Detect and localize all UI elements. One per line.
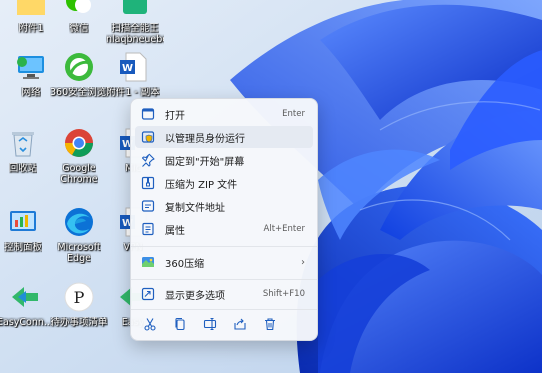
word-icon: W: [116, 50, 150, 84]
360zip-icon: [141, 255, 155, 269]
context-menu: 打开 Enter 以管理员身份运行 固定到"开始"屏幕 压缩为 ZIP 文件 复…: [130, 98, 318, 341]
menu-item-360-compress[interactable]: 360压缩 ›: [135, 251, 313, 273]
open-icon: [141, 107, 155, 121]
copy-path-icon: [141, 199, 155, 213]
desktop-icon-control-panel[interactable]: 控制面板: [0, 205, 52, 253]
desktop-icon-chrome[interactable]: Google Chrome: [50, 126, 108, 185]
menu-item-label: 以管理员身份运行: [165, 133, 245, 145]
folder-icon: [14, 0, 48, 20]
quick-action-bar: [135, 313, 313, 335]
menu-item-show-more-options[interactable]: 显示更多选项 Shift+F10: [135, 283, 313, 305]
desktop-icon-label-line2: nlaqbneuebe: [106, 34, 164, 45]
menu-item-label: 固定到"开始"屏幕: [165, 156, 245, 168]
desktop-icon-label: 控制面板: [3, 242, 42, 253]
menu-item-label: 属性: [165, 225, 185, 237]
menu-item-pin-to-start[interactable]: 固定到"开始"屏幕: [135, 149, 313, 171]
desktop-icon-easyconnect[interactable]: EasyConn...: [0, 280, 54, 328]
desktop-icon-word-copy[interactable]: W 附件1 - 副本: [104, 50, 162, 98]
shortcut-label: Alt+Enter: [263, 224, 305, 234]
pin-icon: [141, 153, 155, 167]
menu-separator: [131, 279, 317, 280]
menu-separator: [131, 309, 317, 310]
360-browser-icon: [62, 50, 96, 84]
desktop-icon-wechat[interactable]: 微信: [50, 0, 108, 34]
chrome-icon: [62, 126, 96, 160]
desktop-icon-label: 待办事项清单: [50, 317, 108, 328]
control-panel-icon: [6, 205, 40, 239]
menu-item-label: 打开: [165, 110, 185, 122]
submenu-arrow-icon: ›: [301, 256, 305, 268]
shield-icon: [141, 130, 155, 144]
cut-icon[interactable]: [135, 313, 165, 335]
desktop-icon-label: Microsoft: [57, 242, 101, 253]
zip-icon: [141, 176, 155, 190]
menu-item-label: 复制文件地址: [165, 202, 225, 214]
menu-item-label: 360压缩: [165, 258, 205, 270]
desktop-icon-label: 微信: [69, 23, 89, 34]
desktop-icon-todo[interactable]: P 待办事项清单: [50, 280, 108, 328]
shortcut-label: Enter: [282, 109, 305, 119]
menu-item-properties[interactable]: 属性 Alt+Enter: [135, 218, 313, 240]
recycle-bin-icon: [6, 126, 40, 160]
svg-text:P: P: [74, 288, 85, 307]
desktop-icon-label: 附件1 - 副本: [106, 87, 160, 98]
menu-item-label: 压缩为 ZIP 文件: [165, 179, 238, 191]
desktop-icon-label: 360安全浏览器: [50, 87, 108, 98]
desktop-icon-label: 回收站: [8, 163, 38, 174]
scanner-icon: [118, 0, 152, 20]
menu-item-label: 显示更多选项: [165, 290, 225, 302]
delete-icon[interactable]: [255, 313, 285, 335]
network-icon: [14, 50, 48, 84]
desktop: 附件1 网络 回收站 控制面板 EasyConn... 微信 360安全浏览 G…: [0, 0, 542, 373]
desktop-icon-scanner[interactable]: 扫描全能王 nlaqbneuebe: [106, 0, 164, 45]
menu-item-compress-zip[interactable]: 压缩为 ZIP 文件: [135, 172, 313, 194]
edge-icon: [62, 205, 96, 239]
desktop-icon-label: EasyConn...: [0, 317, 53, 328]
copy-icon[interactable]: [165, 313, 195, 335]
menu-separator: [131, 246, 317, 247]
properties-icon: [141, 222, 155, 236]
desktop-icon-label-line2: Edge: [67, 253, 91, 264]
desktop-icon-recycle-bin[interactable]: 回收站: [0, 126, 52, 174]
desktop-icon-label-line2: Chrome: [60, 174, 98, 185]
share-icon[interactable]: [225, 313, 255, 335]
desktop-icon-label: 附件1: [18, 23, 44, 34]
menu-item-run-as-admin[interactable]: 以管理员身份运行: [135, 126, 313, 148]
desktop-icon-label: 网络: [21, 87, 41, 98]
easyconnect-icon: [8, 280, 42, 314]
shortcut-label: Shift+F10: [262, 289, 305, 299]
svg-text:W: W: [122, 63, 133, 74]
todo-icon: P: [62, 280, 96, 314]
wechat-icon: [62, 0, 96, 20]
rename-icon[interactable]: [195, 313, 225, 335]
desktop-icon-360-browser[interactable]: 360安全浏览器: [50, 50, 108, 98]
desktop-icon-label: Google: [62, 163, 96, 174]
desktop-icon-label: 扫描全能王: [111, 23, 159, 34]
menu-item-open[interactable]: 打开 Enter: [135, 103, 313, 125]
desktop-icon-edge[interactable]: Microsoft Edge: [50, 205, 108, 264]
menu-item-copy-path[interactable]: 复制文件地址: [135, 195, 313, 217]
more-options-icon: [141, 287, 155, 301]
